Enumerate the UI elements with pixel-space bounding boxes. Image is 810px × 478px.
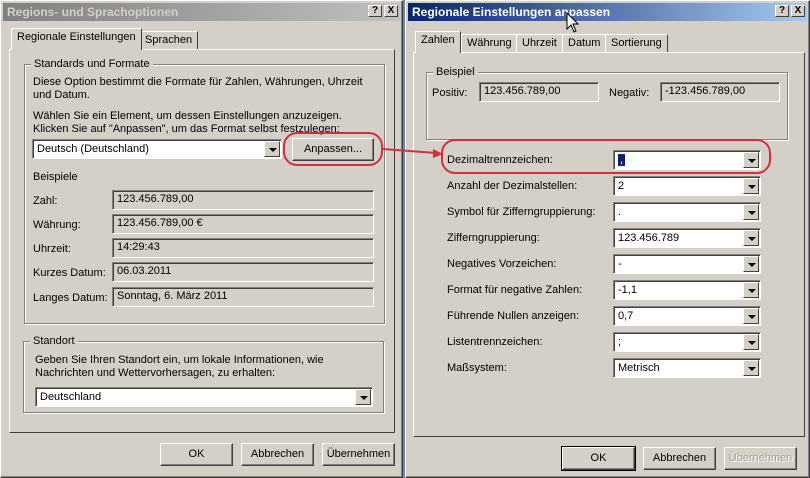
tab-regional-settings[interactable]: Regionale Einstellungen <box>11 28 142 50</box>
annotation-arrow <box>382 148 443 158</box>
tab-numbers[interactable]: Zahlen <box>415 31 461 53</box>
mouse-cursor-icon <box>566 12 580 33</box>
